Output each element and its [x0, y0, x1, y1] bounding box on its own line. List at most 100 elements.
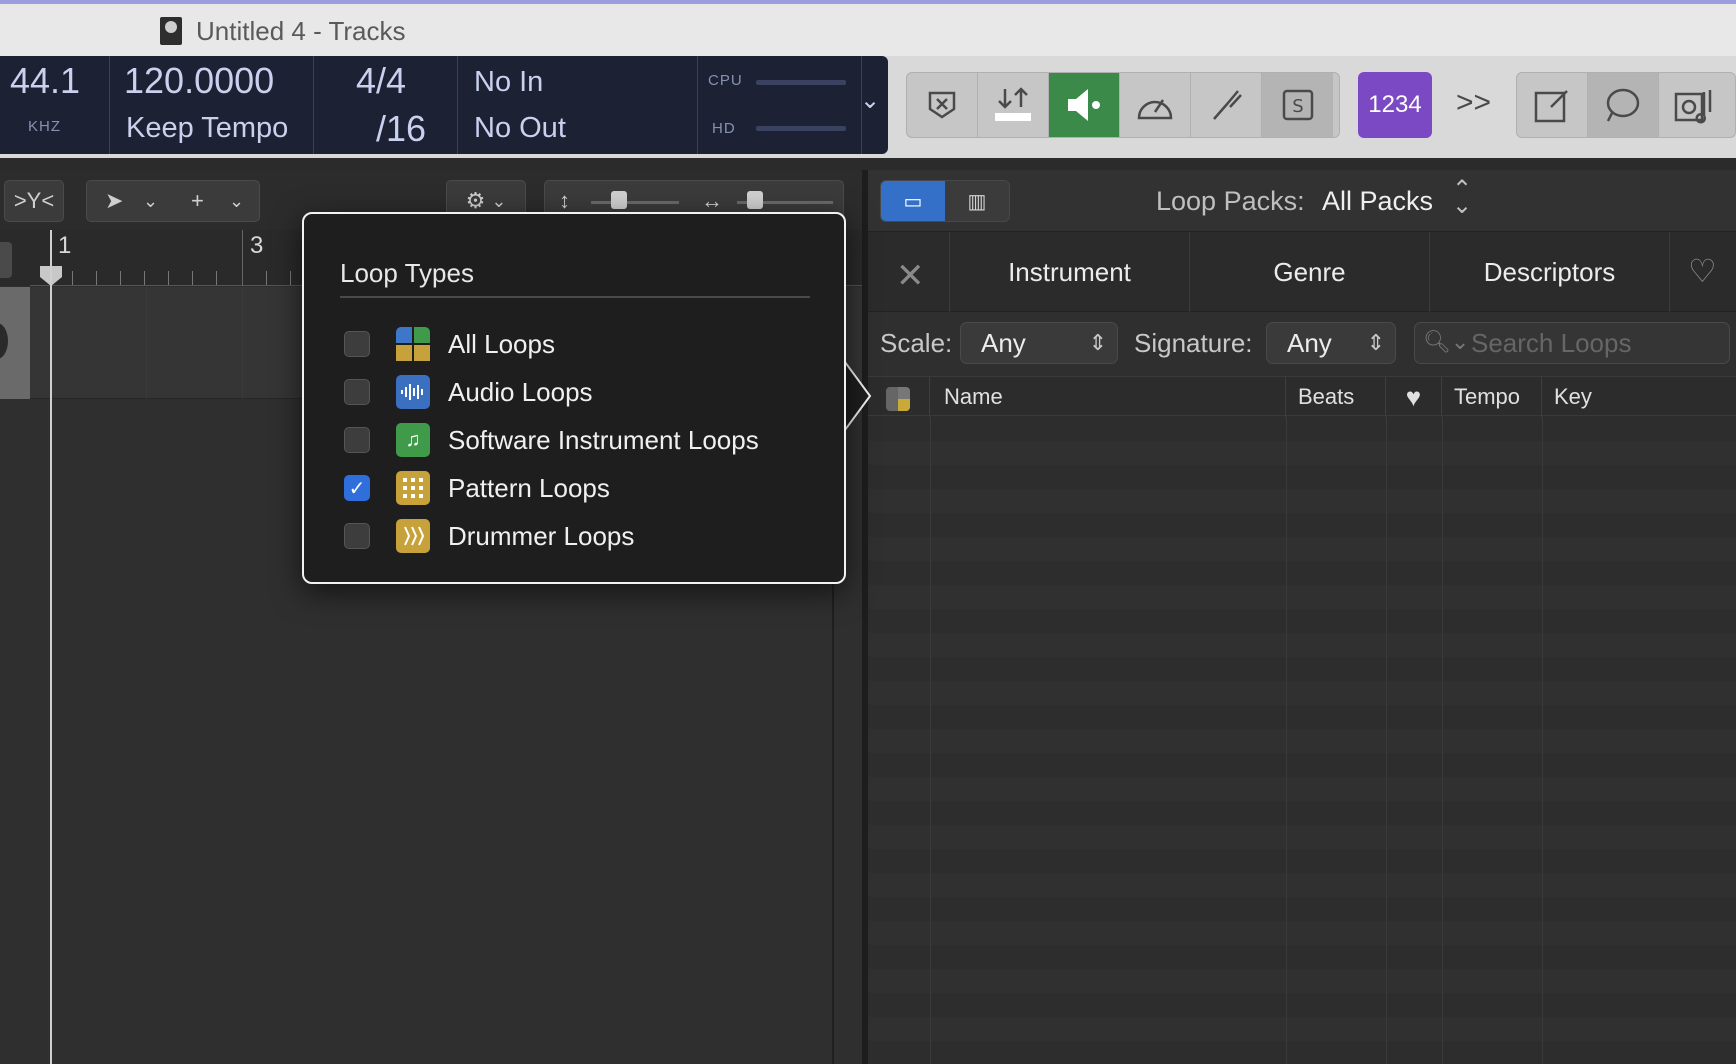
- loop-type-label: Software Instrument Loops: [448, 424, 759, 455]
- ruler-tick: [96, 271, 97, 285]
- checkmark-icon: ✓: [348, 477, 366, 500]
- loop-browser-header: ▭ ▥ Loop Packs: All Packs ⌃ ⌄: [868, 170, 1736, 232]
- sample-rate-segment[interactable]: 44.1 KHZ: [0, 56, 110, 154]
- loop-type-all[interactable]: All Loops: [344, 324, 824, 364]
- grid-line: [146, 287, 147, 399]
- ruler-tick: [72, 271, 73, 285]
- column-divider: [930, 417, 931, 1064]
- drummer-icon: [396, 519, 430, 553]
- ruler-tick: [290, 271, 291, 285]
- notepad-icon: [1534, 90, 1568, 123]
- cpu-label: CPU: [708, 72, 743, 89]
- tuner-button[interactable]: [1191, 73, 1262, 137]
- tempo-column[interactable]: Tempo: [1442, 377, 1542, 417]
- tab-genre[interactable]: Genre: [1190, 232, 1430, 312]
- loop-type-audio[interactable]: Audio Loops: [344, 372, 824, 412]
- favorite-column-heart-icon[interactable]: ♥: [1386, 377, 1442, 417]
- loop-type-software-instrument[interactable]: ♫ Software Instrument Loops: [344, 420, 824, 460]
- loop-type-icon: [886, 387, 910, 411]
- all-loops-checkbox[interactable]: [344, 331, 370, 357]
- ruler-tick: [168, 271, 169, 285]
- clear-filters-button[interactable]: ✕: [868, 232, 950, 312]
- ruler-tick: [120, 271, 121, 285]
- output-status: No Out: [474, 112, 566, 144]
- key-column[interactable]: Key: [1542, 377, 1736, 417]
- search-input[interactable]: [1471, 327, 1721, 359]
- scale-select[interactable]: Any ⇕: [960, 322, 1118, 364]
- division: /16: [376, 108, 427, 149]
- browser-button[interactable]: [1659, 73, 1730, 137]
- up-down-chevron-icon[interactable]: ⌃ ⌄: [1452, 178, 1472, 218]
- filter-tabs: ✕ Instrument Genre Descriptors ♡: [868, 232, 1736, 312]
- popover-title: Loop Types: [340, 258, 474, 288]
- speaker-button[interactable]: [1049, 73, 1120, 137]
- tool-menus: ➤ ⌄ + ⌄: [86, 180, 260, 222]
- playhead[interactable]: [50, 230, 52, 1064]
- favorites-heart-icon[interactable]: ♡: [1688, 252, 1717, 290]
- chevron-down-icon[interactable]: ⌄: [143, 191, 158, 212]
- chevron-down-icon[interactable]: ⌄: [229, 191, 244, 212]
- solo-button[interactable]: S: [1262, 73, 1333, 137]
- divider: [340, 296, 810, 298]
- pointer-tool-icon[interactable]: ➤: [105, 188, 123, 214]
- vertical-zoom-knob[interactable]: [611, 191, 627, 209]
- loop-types-popover: Loop Types All Loops Audio Loops ♫ Softw…: [302, 212, 846, 584]
- smart-controls-button[interactable]: [907, 73, 978, 137]
- tab-instrument[interactable]: Instrument: [950, 232, 1190, 312]
- tempo-meter-button[interactable]: [1120, 73, 1191, 137]
- lcd-display[interactable]: 44.1 KHZ 120.0000 Keep Tempo 4/4 /16 No …: [0, 56, 888, 154]
- filter-row: Scale: Any ⇕ Signature: Any ⇕ 🔍︎⌄: [868, 312, 1736, 376]
- search-field[interactable]: 🔍︎⌄: [1414, 322, 1730, 364]
- scale-label: Scale:: [880, 328, 953, 358]
- ruler-tick: [144, 271, 145, 285]
- beats-column[interactable]: Beats: [1286, 377, 1386, 417]
- cpu-meter: [756, 80, 846, 85]
- media-browser-icon: [1674, 90, 1711, 124]
- signature-value: Any: [1287, 328, 1332, 358]
- crosshair-tool-icon[interactable]: +: [191, 188, 204, 214]
- bar-line: [242, 230, 243, 286]
- loop-type-pattern[interactable]: ✓ Pattern Loops: [344, 468, 824, 508]
- bounce-button[interactable]: [978, 73, 1049, 137]
- more-tools-button[interactable]: >>: [1456, 86, 1491, 120]
- input-status: No In: [474, 66, 544, 98]
- tab-descriptors[interactable]: Descriptors: [1430, 232, 1670, 312]
- vertical-zoom-icon: ↕: [559, 188, 570, 213]
- track-header-strip: [0, 230, 30, 286]
- catch-playhead-button[interactable]: >Y<: [4, 180, 64, 222]
- horizontal-zoom-knob[interactable]: [747, 191, 763, 209]
- popover-arrow: [842, 358, 872, 434]
- name-column[interactable]: Name: [930, 377, 1286, 417]
- loop-type-column[interactable]: [868, 377, 930, 417]
- vertical-zoom-slider[interactable]: [591, 201, 679, 204]
- loop-packs-selector[interactable]: All Packs: [1322, 186, 1433, 217]
- close-icon: ✕: [896, 257, 925, 295]
- button-view-icon[interactable]: ▭: [881, 181, 945, 221]
- results-list[interactable]: [868, 417, 1736, 1064]
- signature-segment[interactable]: 4/4 /16: [314, 56, 458, 154]
- drummer-loops-checkbox[interactable]: [344, 523, 370, 549]
- bar-number: 1: [58, 232, 72, 259]
- signature-select[interactable]: Any ⇕: [1266, 322, 1396, 364]
- control-bar: 44.1 KHZ 120.0000 Keep Tempo 4/4 /16 No …: [0, 56, 1736, 158]
- lcd-menu-chevron-icon[interactable]: ⌄: [860, 86, 880, 115]
- grid-line: [242, 287, 243, 399]
- pattern-grid-icon: [396, 471, 430, 505]
- column-view-icon[interactable]: ▥: [945, 181, 1009, 221]
- loop-type-drummer[interactable]: Drummer Loops: [344, 516, 824, 556]
- count-in-button[interactable]: 1234: [1358, 72, 1432, 138]
- sample-rate-unit: KHZ: [28, 118, 61, 135]
- track-header[interactable]: [0, 287, 30, 399]
- up-down-chevron-icon: ⇕: [1366, 330, 1385, 355]
- note-pad-button[interactable]: [1517, 73, 1588, 137]
- pattern-loops-checkbox[interactable]: ✓: [344, 475, 370, 501]
- audio-loops-checkbox[interactable]: [344, 379, 370, 405]
- loop-browser-button[interactable]: [1588, 73, 1659, 137]
- tempo-segment[interactable]: 120.0000 Keep Tempo: [110, 56, 314, 154]
- results-column-header: Name Beats ♥ Tempo Key: [868, 376, 1736, 417]
- column-divider: [1386, 417, 1387, 1064]
- search-icon: 🔍︎⌄: [1423, 329, 1470, 354]
- loop-packs-label: Loop Packs:: [1156, 186, 1305, 216]
- io-segment[interactable]: No In No Out: [458, 56, 698, 154]
- software-instrument-loops-checkbox[interactable]: [344, 427, 370, 453]
